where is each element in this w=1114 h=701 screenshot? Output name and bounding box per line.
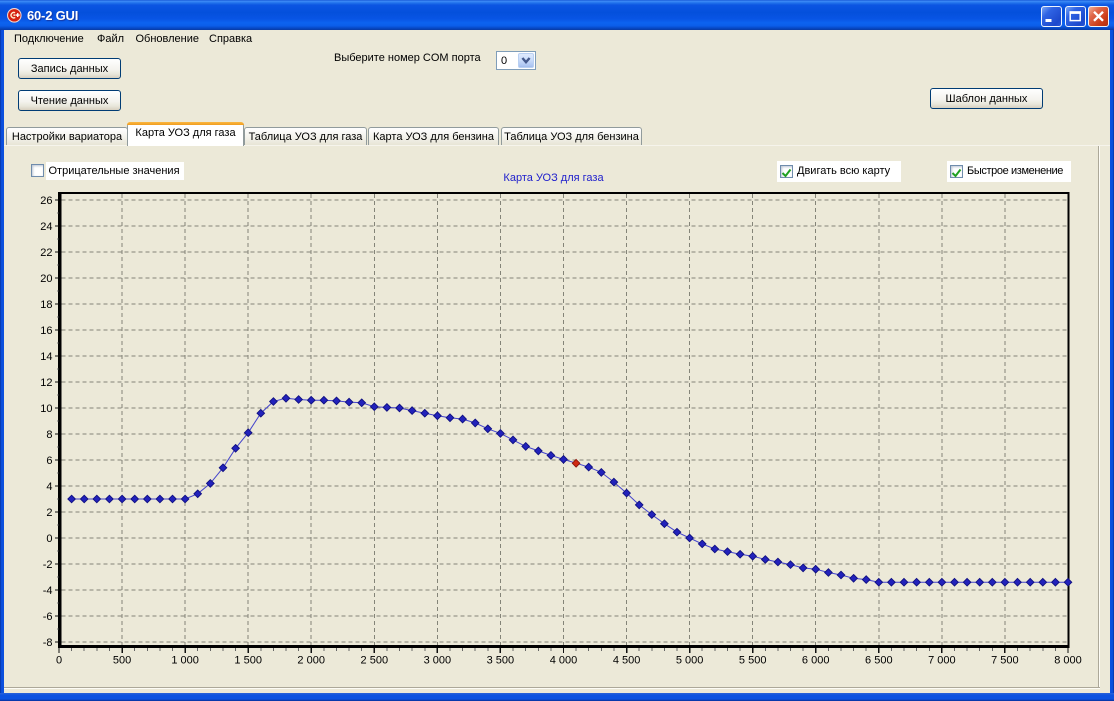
svg-text:18: 18 — [40, 299, 52, 311]
svg-text:10: 10 — [40, 403, 52, 415]
svg-text:2 500: 2 500 — [361, 655, 389, 667]
svg-text:0: 0 — [46, 533, 52, 545]
svg-text:2 000: 2 000 — [297, 655, 325, 667]
svg-text:4 500: 4 500 — [613, 655, 641, 667]
svg-text:6 000: 6 000 — [802, 655, 830, 667]
svg-text:26: 26 — [40, 195, 52, 207]
svg-text:1 000: 1 000 — [171, 655, 199, 667]
svg-text:5 500: 5 500 — [739, 655, 767, 667]
svg-text:-6: -6 — [43, 611, 53, 623]
svg-text:22: 22 — [40, 247, 52, 259]
svg-text:500: 500 — [113, 655, 131, 667]
svg-text:8: 8 — [46, 429, 52, 441]
svg-text:1 500: 1 500 — [234, 655, 262, 667]
svg-text:2: 2 — [46, 507, 52, 519]
svg-text:12: 12 — [40, 377, 52, 389]
svg-text:5 000: 5 000 — [676, 655, 704, 667]
svg-text:4: 4 — [46, 481, 52, 493]
svg-text:0: 0 — [56, 655, 62, 667]
svg-text:7 500: 7 500 — [991, 655, 1019, 667]
svg-text:6 500: 6 500 — [865, 655, 893, 667]
svg-text:-2: -2 — [43, 559, 53, 571]
svg-text:8 000: 8 000 — [1054, 655, 1082, 667]
svg-text:24: 24 — [40, 221, 52, 233]
svg-text:14: 14 — [40, 351, 52, 363]
svg-text:-8: -8 — [43, 637, 53, 649]
svg-text:6: 6 — [46, 455, 52, 467]
svg-text:4 000: 4 000 — [550, 655, 578, 667]
svg-text:20: 20 — [40, 273, 52, 285]
svg-text:3 500: 3 500 — [487, 655, 515, 667]
svg-text:7 000: 7 000 — [928, 655, 956, 667]
svg-text:3 000: 3 000 — [424, 655, 452, 667]
svg-text:16: 16 — [40, 325, 52, 337]
svg-text:-4: -4 — [43, 585, 53, 597]
